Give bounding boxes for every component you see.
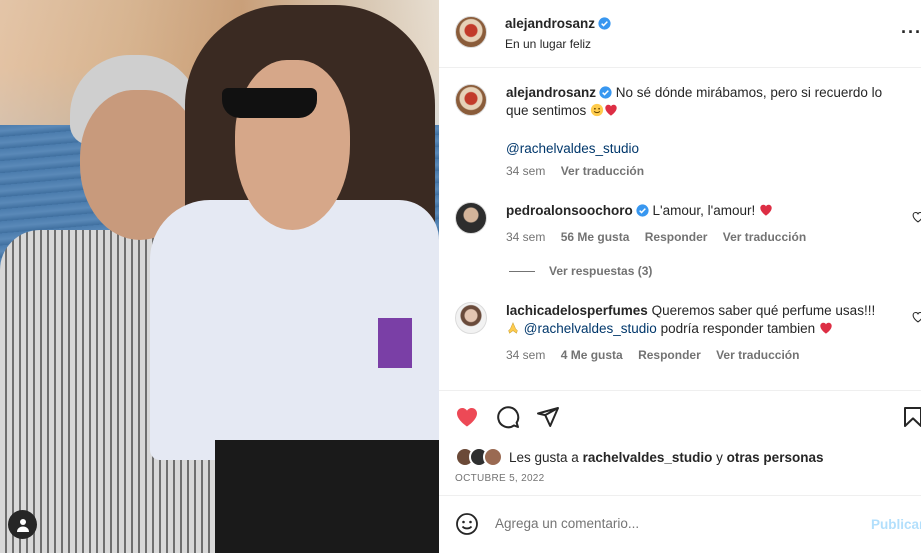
author-username-text[interactable]: alejandrosanz — [505, 16, 595, 31]
red-heart-emoji-icon — [605, 104, 617, 116]
caption-author-avatar[interactable] — [455, 84, 487, 116]
like-heart-icon[interactable] — [455, 405, 479, 429]
author-avatar[interactable] — [455, 16, 487, 48]
like-comment-heart-icon[interactable] — [912, 211, 921, 223]
likes-user-link[interactable]: rachelvaldes_studio — [583, 450, 713, 465]
post-photo[interactable] — [0, 0, 439, 553]
post-detail-panel: alejandrosanz En un lugar feliz ··· alej… — [439, 0, 921, 553]
commenter-avatar[interactable] — [455, 302, 487, 334]
caption-author[interactable]: alejandrosanz — [506, 85, 596, 100]
red-heart-emoji-icon — [760, 204, 772, 216]
comment-bubble-icon[interactable] — [496, 405, 520, 429]
comment-meta: 34 sem 56 Me gusta Responder Ver traducc… — [506, 230, 818, 244]
comment-composer: Publicar — [439, 495, 921, 553]
photo-sunglasses — [222, 88, 317, 118]
likes-prefix: Les gusta a — [509, 449, 579, 465]
liker-avatar — [483, 447, 503, 467]
photo-woman-face — [235, 60, 350, 230]
comment-time[interactable]: 34 sem — [506, 348, 545, 362]
caption-body: alejandrosanz No sé dónde mirábamos, per… — [506, 84, 906, 158]
photo-woman-pants — [215, 440, 439, 553]
photo-woman-top — [378, 318, 412, 368]
comment-likes[interactable]: 56 Me gusta — [561, 230, 630, 244]
folded-hands-emoji-icon — [508, 322, 518, 334]
like-comment-heart-icon[interactable] — [912, 311, 921, 323]
comment-body: lachicadelosperfumes Queremos saber qué … — [506, 302, 906, 338]
likes-others-link[interactable]: otras personas — [727, 450, 824, 465]
comment-body: pedroalonsoochoro L'amour, l'amour! — [506, 202, 906, 220]
red-heart-emoji-icon — [820, 322, 832, 334]
comment-mention[interactable]: @rachelvaldes_studio — [524, 321, 657, 336]
caption-meta: 34 sem Ver traducción — [506, 164, 656, 178]
verified-badge-icon — [636, 204, 649, 217]
likes-joiner: y — [716, 449, 723, 465]
comment-translate-link[interactable]: Ver traducción — [716, 348, 799, 362]
comment-input[interactable] — [495, 516, 855, 531]
post-location[interactable]: En un lugar feliz — [505, 37, 591, 51]
comment-meta: 34 sem 4 Me gusta Responder Ver traducci… — [506, 348, 811, 362]
comment-text-continued: podría responder tambien — [660, 321, 816, 336]
tagged-users-icon[interactable] — [8, 510, 37, 539]
verified-badge-icon — [598, 17, 611, 30]
commenter-avatar[interactable] — [455, 202, 487, 234]
save-bookmark-icon[interactable] — [901, 405, 921, 429]
view-replies-label[interactable]: Ver respuestas (3) — [549, 264, 652, 278]
post-header: alejandrosanz En un lugar feliz ··· — [439, 0, 921, 68]
ellipsis-icon[interactable]: ··· — [901, 22, 921, 43]
comment-likes[interactable]: 4 Me gusta — [561, 348, 623, 362]
view-replies-button[interactable]: Ver respuestas (3) — [509, 264, 652, 278]
reply-button[interactable]: Responder — [645, 230, 708, 244]
post-date[interactable]: OCTUBRE 5, 2022 — [455, 473, 545, 484]
commenter-username[interactable]: pedroalonsoochoro — [506, 203, 633, 218]
post-actions-bar — [439, 390, 921, 440]
likes-summary[interactable]: Les gusta a rachelvaldes_studio y otras … — [455, 447, 823, 467]
reply-button[interactable]: Responder — [638, 348, 701, 362]
comment-time[interactable]: 34 sem — [506, 230, 545, 244]
replies-divider — [509, 270, 535, 272]
caption-time[interactable]: 34 sem — [506, 164, 545, 178]
emoji-picker-icon[interactable] — [455, 512, 479, 536]
comment-translate-link[interactable]: Ver traducción — [723, 230, 806, 244]
comment-text: Queremos saber qué perfume usas!!! — [651, 303, 876, 318]
author-username[interactable]: alejandrosanz — [505, 16, 611, 31]
caption-mention[interactable]: @rachelvaldes_studio — [506, 141, 639, 156]
share-paper-plane-icon[interactable] — [536, 405, 560, 429]
commenter-username[interactable]: lachicadelosperfumes — [506, 303, 648, 318]
comment-text: L'amour, l'amour! — [652, 203, 756, 218]
smiling-face-emoji-icon — [590, 103, 604, 117]
publish-button[interactable]: Publicar — [871, 517, 921, 532]
caption-translate-link[interactable]: Ver traducción — [561, 164, 644, 178]
verified-badge-icon — [599, 86, 612, 99]
likes-text: Les gusta a rachelvaldes_studio y otras … — [509, 450, 823, 465]
